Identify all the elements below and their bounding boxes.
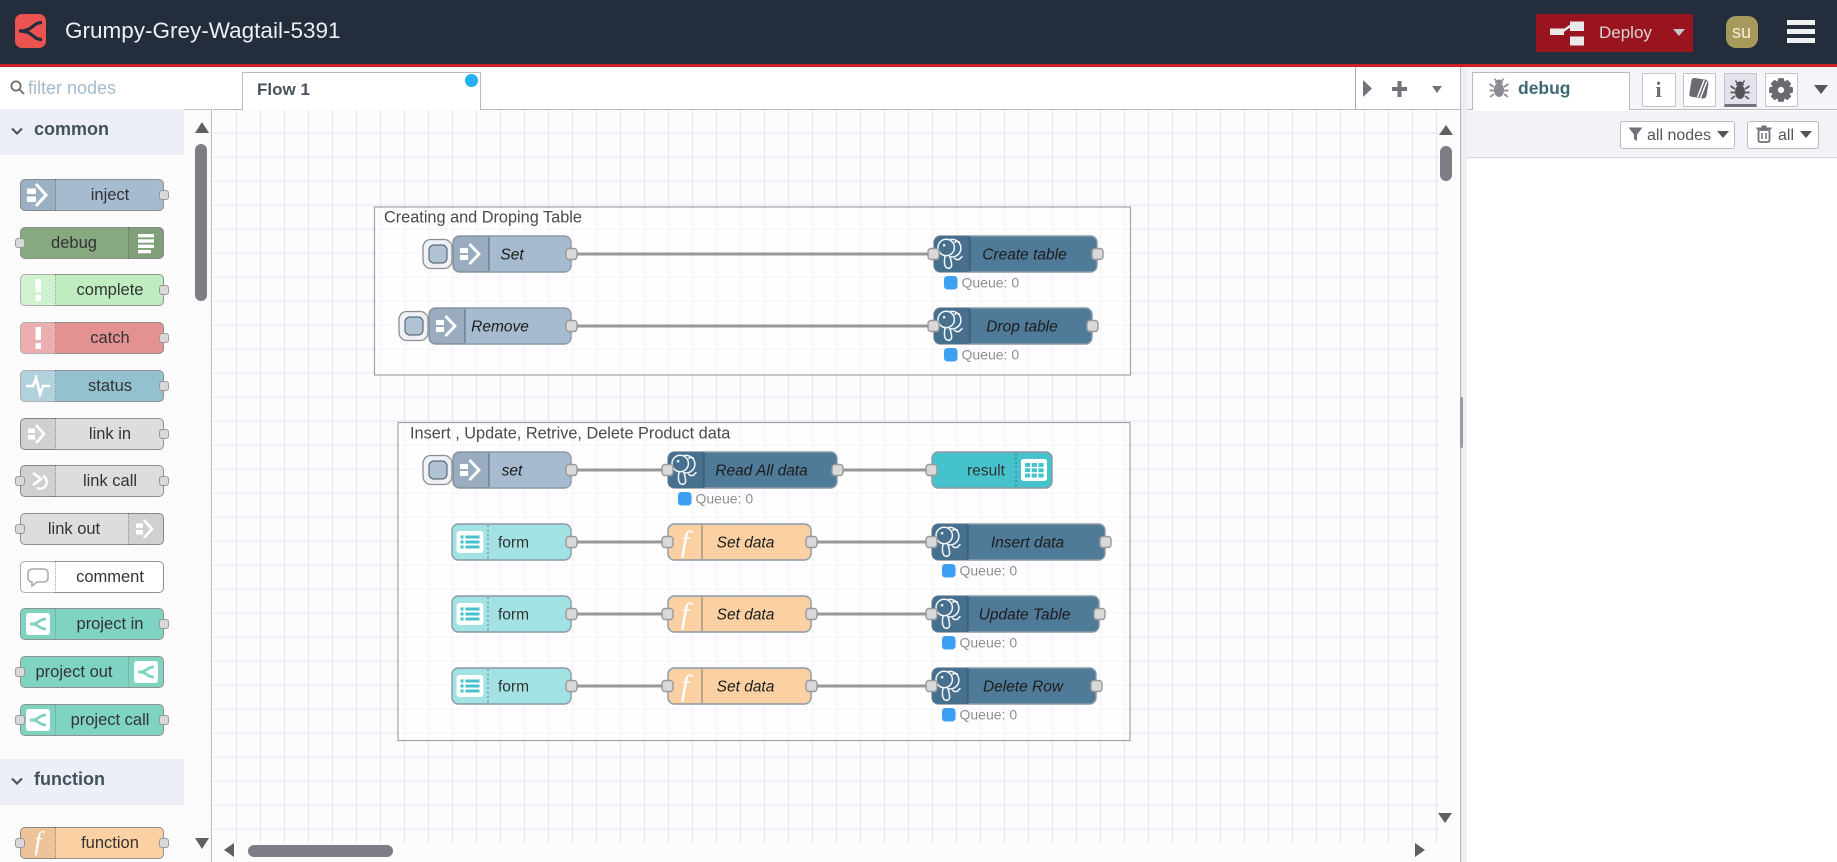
svg-text:Insert data: Insert data <box>991 535 1065 552</box>
svg-text:Create table: Create table <box>982 247 1067 264</box>
svg-text:Queue: 0: Queue: 0 <box>960 707 1018 723</box>
svg-text:Drop table: Drop table <box>986 319 1058 336</box>
svg-text:Delete Row: Delete Row <box>983 679 1065 696</box>
svg-text:Set: Set <box>500 247 524 264</box>
svg-text:Insert , Update, Retrive, Dele: Insert , Update, Retrive, Delete Product… <box>410 425 731 443</box>
svg-text:Queue: 0: Queue: 0 <box>696 491 754 507</box>
svg-text:Queue: 0: Queue: 0 <box>962 347 1020 363</box>
svg-text:Queue: 0: Queue: 0 <box>962 275 1020 291</box>
svg-text:Remove: Remove <box>471 319 529 336</box>
svg-text:form: form <box>498 607 529 624</box>
svg-text:Set data: Set data <box>717 535 775 552</box>
svg-text:f: f <box>34 830 45 856</box>
svg-text:form: form <box>498 679 529 696</box>
svg-text:Set data: Set data <box>717 607 775 624</box>
svg-text:Queue: 0: Queue: 0 <box>960 635 1018 651</box>
svg-text:form: form <box>498 535 529 552</box>
svg-text:Queue: 0: Queue: 0 <box>960 563 1018 579</box>
svg-text:Set data: Set data <box>717 679 775 696</box>
svg-text:Creating and Droping Table: Creating and Droping Table <box>384 209 582 227</box>
svg-text:Update Table: Update Table <box>979 607 1071 624</box>
svg-text:result: result <box>967 463 1006 480</box>
svg-text:set: set <box>502 463 523 480</box>
svg-text:Read All data: Read All data <box>715 463 808 480</box>
